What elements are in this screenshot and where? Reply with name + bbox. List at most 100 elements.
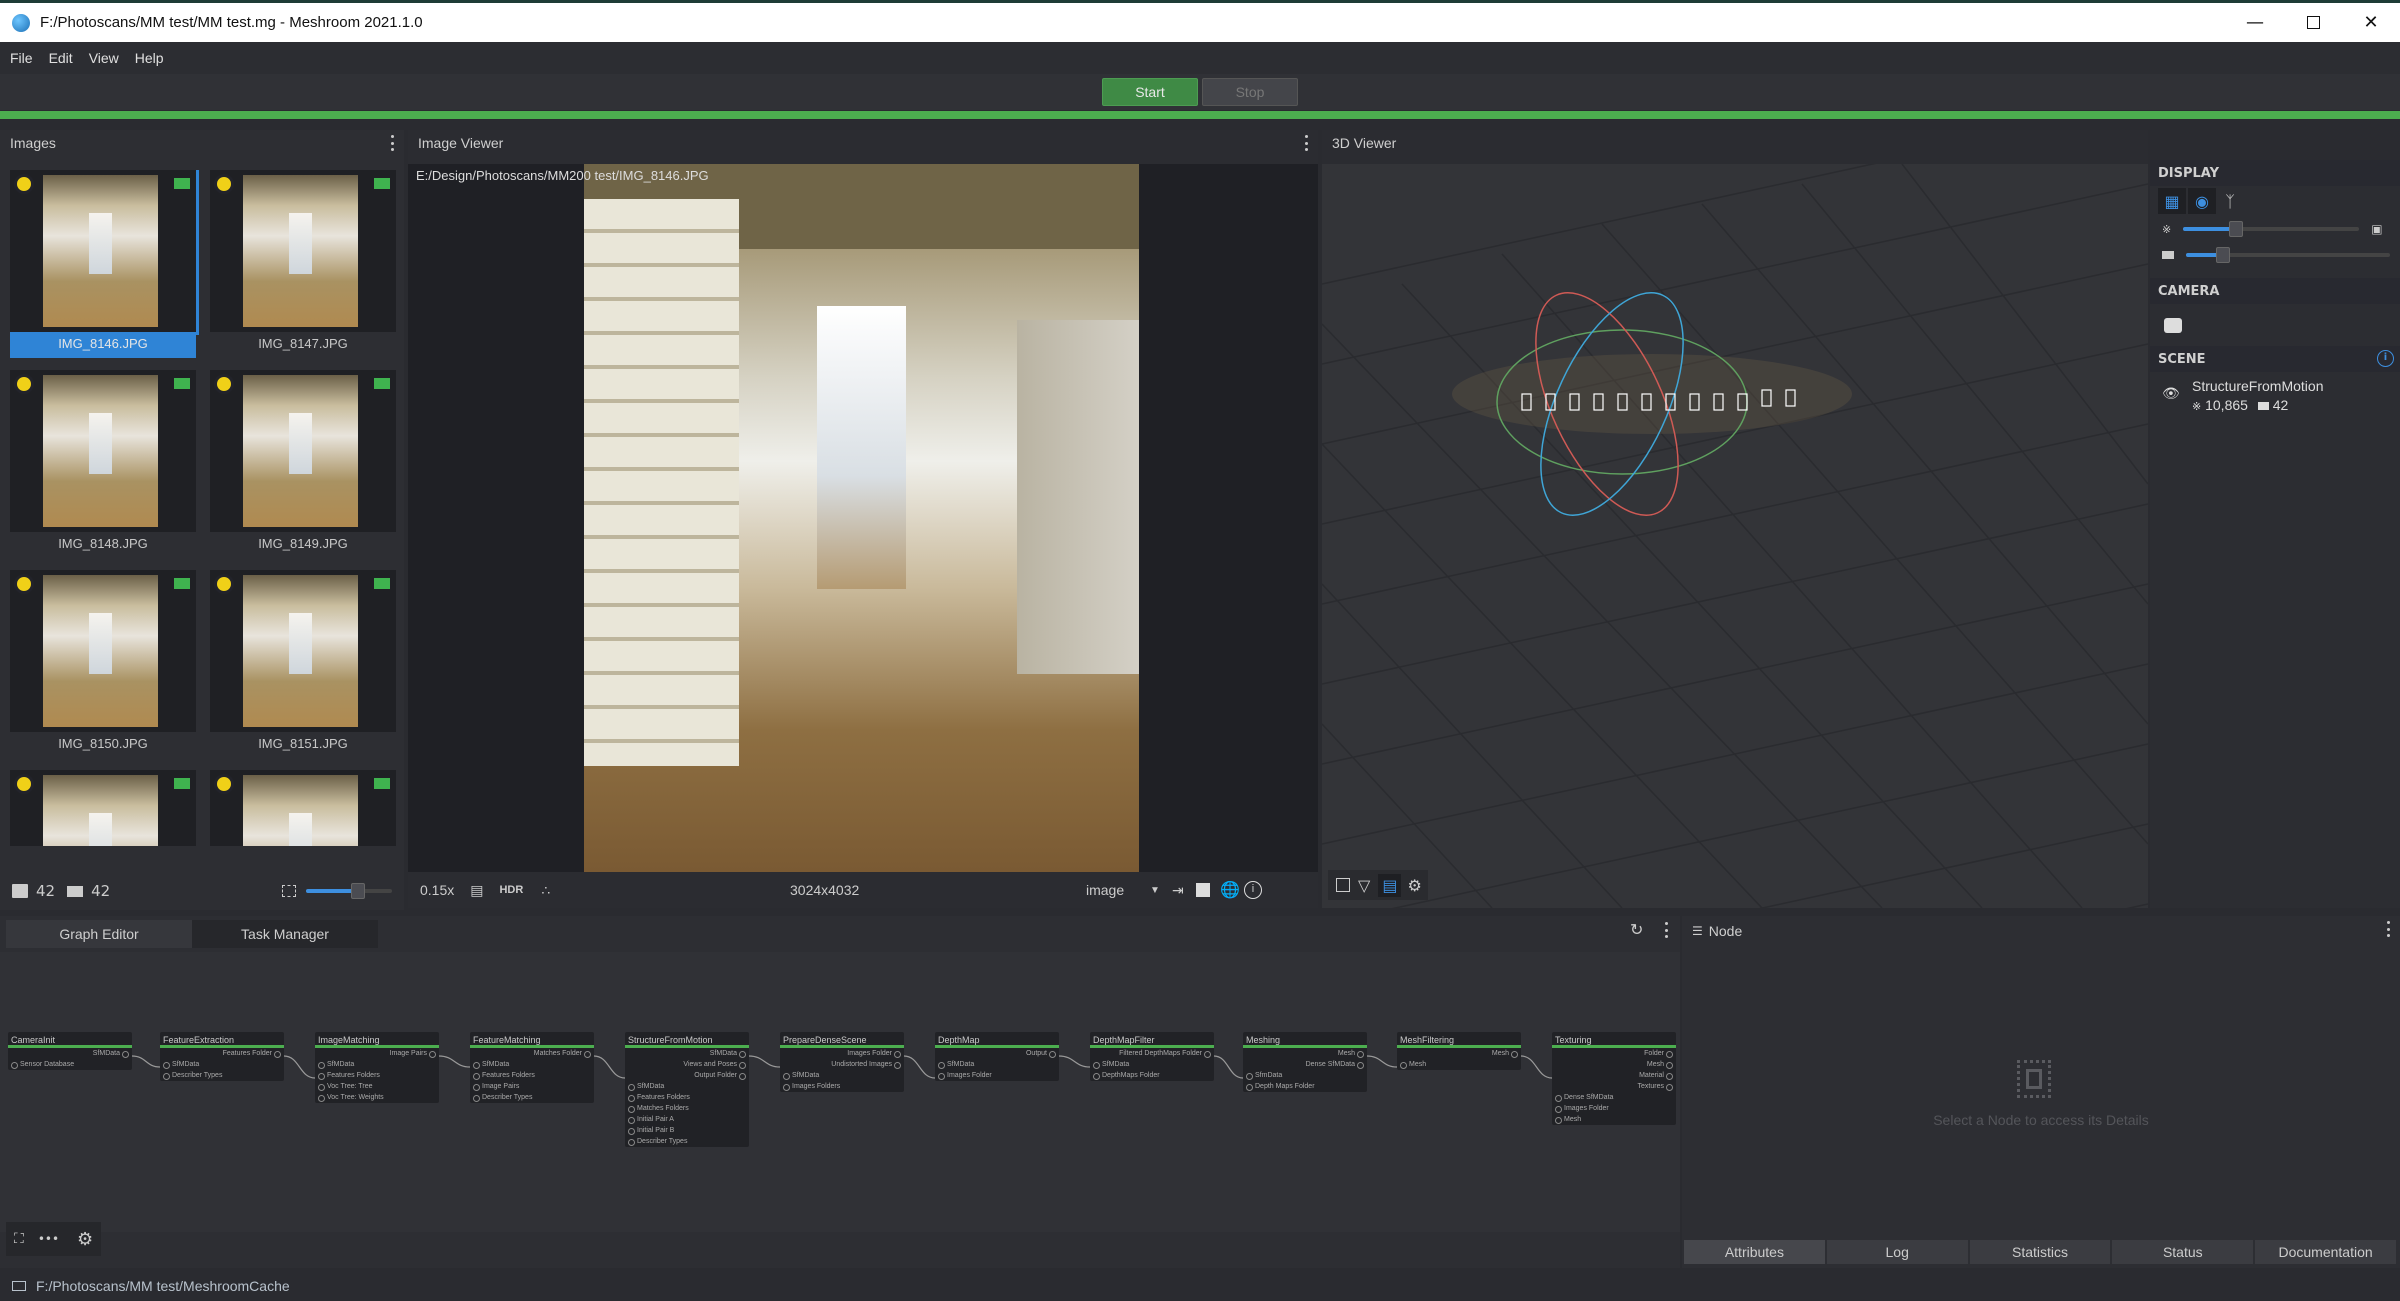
visibility-eye-icon[interactable]: 👁 <box>2162 386 2180 402</box>
image-thumbnail[interactable]: IMG_8149.JPG <box>210 370 396 558</box>
more-options-icon[interactable] <box>2386 921 2390 937</box>
graph-node[interactable]: DepthMapFilter Filtered DepthMaps Folder S… <box>1090 1032 1214 1081</box>
node-output-port[interactable]: Images Folder <box>780 1048 904 1059</box>
tab-status[interactable]: Status <box>2112 1240 2256 1264</box>
image-thumbnail[interactable] <box>10 770 196 846</box>
frustum-icon[interactable]: ▽ <box>1358 876 1370 895</box>
node-input-port[interactable]: Mesh <box>1552 1114 1676 1125</box>
refresh-icon[interactable]: ↻ <box>1630 920 1643 939</box>
node-input-port[interactable]: Features Folders <box>315 1070 439 1081</box>
features-icon[interactable]: ∴ <box>541 882 550 899</box>
node-input-port[interactable]: SfMData <box>625 1081 749 1092</box>
node-input-port[interactable]: Features Folders <box>625 1092 749 1103</box>
tab-graph-editor[interactable]: Graph Editor <box>6 920 192 948</box>
node-input-port[interactable]: Initial Pair B <box>625 1125 749 1136</box>
chevron-down-icon[interactable]: ▼ <box>1150 885 1160 896</box>
cache-path[interactable]: F:/Photoscans/MM test/MeshroomCache <box>36 1278 290 1294</box>
node-output-port[interactable]: SfMData <box>625 1048 749 1059</box>
settings-icon[interactable]: ⚙ <box>77 1229 93 1250</box>
grid-toggle-icon[interactable]: ▤ <box>1378 873 1402 897</box>
node-input-port[interactable]: Describer Types <box>470 1092 594 1103</box>
camera-scale-slider[interactable] <box>2186 247 2390 263</box>
node-input-port[interactable]: Depth Maps Folder <box>1243 1081 1367 1092</box>
camera-snapshot-icon[interactable] <box>2164 317 2182 333</box>
thumbnail-size-slider[interactable] <box>306 883 393 899</box>
node-input-port[interactable]: Mesh <box>1397 1059 1521 1070</box>
menu-edit[interactable]: Edit <box>49 50 73 66</box>
info-icon[interactable]: i <box>1244 881 1262 899</box>
node-output-port[interactable]: Image Pairs <box>315 1048 439 1059</box>
image-thumbnail[interactable]: IMG_8148.JPG <box>10 370 196 558</box>
node-input-port[interactable]: SfMData <box>780 1070 904 1081</box>
3d-canvas[interactable] <box>1322 164 2148 908</box>
node-input-port[interactable]: SfMData <box>935 1059 1059 1070</box>
node-input-port[interactable]: Images Folder <box>1552 1103 1676 1114</box>
graph-node[interactable]: PrepareDenseScene Images Folder Undistorte… <box>780 1032 904 1092</box>
info-icon[interactable]: i <box>2377 350 2394 367</box>
image-thumbnail[interactable] <box>210 770 396 846</box>
start-button[interactable]: Start <box>1102 78 1198 106</box>
image-thumbnail[interactable]: IMG_8146.JPG <box>10 170 199 358</box>
graph-node[interactable]: FeatureMatching Matches Folder SfMData Feat… <box>470 1032 594 1103</box>
node-output-port[interactable]: Output Folder <box>625 1070 749 1081</box>
image-canvas[interactable] <box>408 164 1318 872</box>
node-output-port[interactable]: Undistorted Images <box>780 1059 904 1070</box>
node-input-port[interactable]: SfMData <box>160 1059 284 1070</box>
axis-icon[interactable]: ᛉ <box>2216 188 2244 214</box>
node-output-port[interactable]: SfMData <box>8 1048 132 1059</box>
node-input-port[interactable]: Dense SfMData <box>1552 1092 1676 1103</box>
node-input-port[interactable]: Describer Types <box>160 1070 284 1081</box>
metadata-import-icon[interactable]: ⇥ <box>1172 882 1184 899</box>
fit-graph-icon[interactable]: ⛶ <box>14 1231 24 1247</box>
menu-help[interactable]: Help <box>135 50 164 66</box>
point-size-slider[interactable] <box>2183 221 2360 237</box>
close-button[interactable]: ✕ <box>2342 3 2400 42</box>
minimize-button[interactable]: — <box>2226 3 2284 42</box>
node-output-port[interactable]: Views and Poses <box>625 1059 749 1070</box>
graph-node[interactable]: FeatureExtraction Features Folder SfMData D… <box>160 1032 284 1081</box>
graph-node[interactable]: Meshing Mesh Dense SfMData SfmData Depth Map… <box>1243 1032 1367 1092</box>
menu-file[interactable]: File <box>10 50 33 66</box>
graph-canvas[interactable]: CameraInit SfMData Sensor Database FeatureE… <box>0 952 1680 1232</box>
image-thumbnail[interactable]: IMG_8151.JPG <box>210 570 396 758</box>
node-input-port[interactable]: Sensor Database <box>8 1059 132 1070</box>
menu-view[interactable]: View <box>89 50 119 66</box>
node-input-port[interactable]: SfMData <box>1090 1059 1214 1070</box>
node-input-port[interactable]: Describer Types <box>625 1136 749 1147</box>
image-gallery[interactable]: IMG_8146.JPG IMG_8147.JPG IMG_8148.JPG IMG_… <box>10 170 400 846</box>
tab-task-manager[interactable]: Task Manager <box>192 920 378 948</box>
graph-node[interactable]: StructureFromMotion SfMData Views and Pose… <box>625 1032 749 1147</box>
tab-documentation[interactable]: Documentation <box>2255 1240 2398 1264</box>
node-input-port[interactable]: Features Folders <box>470 1070 594 1081</box>
tab-log[interactable]: Log <box>1826 1240 1970 1264</box>
settings-icon[interactable]: ⚙ <box>1407 876 1421 895</box>
more-options-icon[interactable] <box>390 135 394 151</box>
layout-icon[interactable]: ••• <box>38 1232 59 1246</box>
more-options-icon[interactable] <box>1304 135 1308 151</box>
node-input-port[interactable]: SfmData <box>1243 1070 1367 1081</box>
node-input-port[interactable]: DepthMaps Folder <box>1090 1070 1214 1081</box>
image-thumbnail[interactable]: IMG_8150.JPG <box>10 570 196 758</box>
image-thumbnail[interactable]: IMG_8147.JPG <box>210 170 396 358</box>
node-output-port[interactable]: Textures <box>1552 1081 1676 1092</box>
node-output-port[interactable]: Features Folder <box>160 1048 284 1059</box>
node-output-port[interactable]: Mesh <box>1552 1059 1676 1070</box>
node-input-port[interactable]: Voc Tree: Tree <box>315 1081 439 1092</box>
graph-node[interactable]: DepthMap Output SfMData Images Folder <box>935 1032 1059 1081</box>
more-options-icon[interactable] <box>1664 922 1668 938</box>
view-mode-select[interactable]: image <box>1086 882 1124 898</box>
graph-node[interactable]: ImageMatching Image Pairs SfMData Features … <box>315 1032 439 1103</box>
hatch-icon[interactable]: ▤ <box>470 882 483 899</box>
node-output-port[interactable]: Folder <box>1552 1048 1676 1059</box>
node-output-port[interactable]: Output <box>935 1048 1059 1059</box>
node-output-port[interactable]: Mesh <box>1243 1048 1367 1059</box>
grid-icon[interactable]: ▦ <box>2158 188 2186 214</box>
maximize-button[interactable] <box>2284 3 2342 42</box>
node-output-port[interactable]: Mesh <box>1397 1048 1521 1059</box>
node-input-port[interactable]: Initial Pair A <box>625 1114 749 1125</box>
histogram-icon[interactable] <box>1196 883 1210 897</box>
fit-view-icon[interactable]: ▣ <box>2371 222 2382 236</box>
tab-attributes[interactable]: Attributes <box>1684 1240 1827 1264</box>
bounding-box-icon[interactable] <box>1336 878 1350 892</box>
node-input-port[interactable]: Image Pairs <box>470 1081 594 1092</box>
